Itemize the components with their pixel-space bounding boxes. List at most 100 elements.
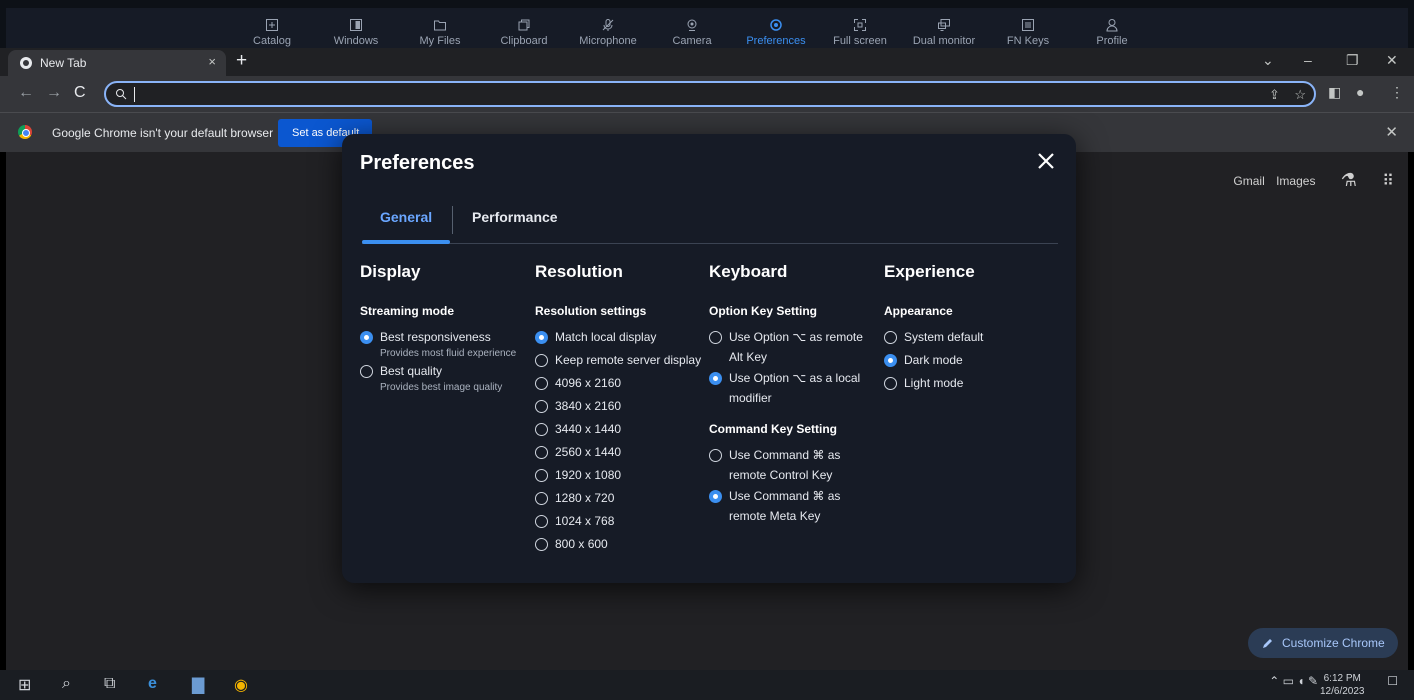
radio-match-local-display[interactable]: Match local display (535, 326, 701, 349)
browser-tab-strip: New Tab × + ⌄ – ❐ ✕ (0, 48, 1414, 76)
section-subheading: Appearance (884, 304, 953, 318)
option-label: Light mode (904, 376, 964, 390)
radio-4096x2160[interactable]: 4096 x 2160 (535, 372, 701, 395)
tab-close-icon[interactable]: × (208, 54, 216, 69)
toolbar-my-files[interactable]: My Files (396, 18, 484, 47)
forward-arrow-icon[interactable]: → (46, 84, 62, 102)
reload-icon[interactable]: C (74, 84, 86, 102)
radio-2560x1440[interactable]: 2560 x 1440 (535, 441, 701, 464)
gmail-link[interactable]: Gmail (1233, 174, 1264, 188)
radio-3840x2160[interactable]: 3840 x 2160 (535, 395, 701, 418)
toolbar-full-screen[interactable]: Full screen (816, 18, 904, 47)
active-tab-indicator (362, 240, 450, 244)
option-label-line2: remote Control Key (729, 468, 833, 482)
images-link[interactable]: Images (1276, 174, 1315, 188)
keyboard-section: Keyboard Option Key Setting Use Option ⌥… (709, 262, 863, 526)
tab-general[interactable]: General (380, 209, 432, 225)
tab-search-chevron-icon[interactable]: ⌄ (1262, 52, 1274, 69)
radio-keep-remote-display[interactable]: Keep remote server display (535, 349, 701, 372)
radio-dark-mode[interactable]: Dark mode (884, 349, 983, 372)
section-subheading: Resolution settings (535, 304, 647, 318)
radio-system-default[interactable]: System default (884, 326, 983, 349)
radio-best-responsiveness[interactable]: Best responsiveness Provides most fluid … (360, 326, 516, 360)
toolbar-windows[interactable]: Windows (312, 18, 400, 47)
address-bar[interactable]: ⇪ ☆ (104, 81, 1316, 107)
clock-time: 6:12 PM (1323, 673, 1361, 684)
windows-taskbar: ⊞ ⌕ ⧉ e ▇ ◉ ⌃ ▭ ◖ ✎ 6:12 PM 12/6/2023 ☐ (0, 670, 1414, 700)
option-label: Use Option ⌥ as remote (729, 330, 863, 344)
toolbar-clipboard[interactable]: Clipboard (480, 18, 568, 47)
chrome-taskbar-icon[interactable]: ◉ (234, 675, 248, 695)
radio-1024x768[interactable]: 1024 x 768 (535, 510, 701, 533)
radio-selected-icon (535, 331, 548, 344)
radio-icon (535, 515, 548, 528)
apps-grid-icon[interactable]: ⠿ (1382, 171, 1394, 191)
toolbar-label: Camera (672, 35, 712, 47)
toolbar-label: Dual monitor (912, 35, 976, 47)
restore-icon[interactable]: ❐ (1346, 52, 1359, 69)
option-label: 1024 x 768 (555, 514, 615, 528)
radio-light-mode[interactable]: Light mode (884, 372, 983, 395)
option-label: Use Command ⌘ as (729, 448, 841, 462)
option-label: Match local display (555, 330, 657, 344)
tab-performance[interactable]: Performance (472, 209, 558, 225)
profile-avatar-icon[interactable]: ● (1356, 84, 1364, 100)
taskbar-clock[interactable]: 6:12 PM 12/6/2023 (1320, 672, 1365, 698)
radio-1280x720[interactable]: 1280 x 720 (535, 487, 701, 510)
option-label: 800 x 600 (555, 537, 608, 551)
toolbar-profile[interactable]: Profile (1068, 18, 1156, 47)
radio-command-as-remote-meta[interactable]: Use Command ⌘ as remote Meta Key (709, 485, 863, 526)
radio-icon (535, 377, 548, 390)
infobar-close-icon[interactable]: ✕ (1385, 123, 1398, 141)
toolbar-label: Full screen (833, 35, 887, 47)
customize-chrome-button[interactable]: Customize Chrome (1248, 628, 1398, 658)
folder-icon (396, 18, 484, 34)
toolbar-dual-monitor[interactable]: Dual monitor (900, 18, 988, 47)
minimize-icon[interactable]: – (1304, 52, 1312, 68)
radio-icon (535, 469, 548, 482)
option-label: Best quality (380, 364, 443, 378)
share-icon[interactable]: ⇪ (1269, 87, 1280, 102)
side-panel-icon[interactable]: ◧ (1328, 84, 1341, 101)
window-icon (312, 18, 400, 34)
notifications-icon[interactable]: ☐ (1387, 674, 1398, 688)
toolbar-catalog[interactable]: Catalog (228, 18, 316, 47)
radio-option-as-remote-alt[interactable]: Use Option ⌥ as remote Alt Key (709, 326, 863, 367)
labs-flask-icon[interactable]: ⚗ (1341, 170, 1357, 191)
toolbar-preferences[interactable]: Preferences (732, 18, 820, 47)
search-icon[interactable]: ⌕ (62, 675, 71, 693)
radio-3440x1440[interactable]: 3440 x 1440 (535, 418, 701, 441)
radio-icon (535, 538, 548, 551)
search-icon (116, 89, 127, 100)
radio-selected-icon (360, 331, 373, 344)
toolbar-microphone[interactable]: Microphone (564, 18, 652, 47)
toolbar-label: FN Keys (1006, 35, 1050, 47)
toolbar-fn-keys[interactable]: FN Keys (984, 18, 1072, 47)
keyboard-icon (984, 18, 1072, 34)
radio-selected-icon (709, 490, 722, 503)
radio-icon (535, 446, 548, 459)
radio-command-as-remote-control[interactable]: Use Command ⌘ as remote Control Key (709, 444, 863, 485)
bookmark-star-icon[interactable]: ☆ (1294, 87, 1306, 102)
radio-icon (535, 423, 548, 436)
ntp-shortcuts: Gmail Images ⚗ ⠿ (1225, 170, 1394, 191)
edge-browser-icon[interactable]: e (148, 675, 157, 693)
more-menu-icon[interactable]: ⋮ (1390, 84, 1404, 101)
file-explorer-icon[interactable]: ▇ (192, 675, 204, 695)
close-window-icon[interactable]: ✕ (1386, 52, 1398, 69)
option-label: 1920 x 1080 (555, 468, 622, 482)
browser-tab[interactable]: New Tab × (8, 50, 226, 76)
microphone-off-icon (564, 18, 652, 34)
radio-best-quality[interactable]: Best quality Provides best image quality (360, 360, 516, 394)
preferences-tabs: General Performance (362, 206, 1058, 244)
new-tab-button[interactable]: + (236, 50, 247, 72)
radio-option-as-local-modifier[interactable]: Use Option ⌥ as a local modifier (709, 367, 863, 408)
back-arrow-icon[interactable]: ← (18, 84, 34, 102)
radio-1920x1080[interactable]: 1920 x 1080 (535, 464, 701, 487)
close-icon[interactable] (1035, 150, 1057, 172)
radio-800x600[interactable]: 800 x 600 (535, 533, 701, 556)
task-view-icon[interactable]: ⧉ (104, 675, 115, 693)
system-tray-icons[interactable]: ⌃ ▭ ◖ ✎ (1269, 674, 1318, 688)
windows-start-icon[interactable]: ⊞ (18, 675, 31, 695)
toolbar-camera[interactable]: Camera (648, 18, 736, 47)
